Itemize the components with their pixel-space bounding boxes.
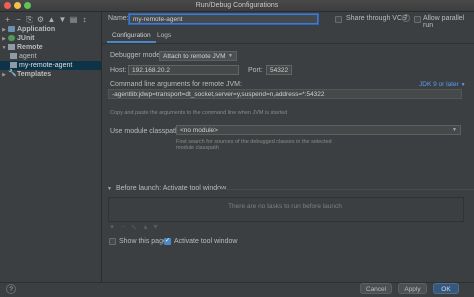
show-page-label: Show this page <box>119 238 167 245</box>
debugger-mode-label: Debugger mode: <box>110 52 163 59</box>
tab-configuration[interactable]: Configuration <box>107 30 156 43</box>
remote-icon <box>8 44 15 51</box>
wrench-icon: 🔧 <box>8 70 17 78</box>
tree-item-agent[interactable]: agent <box>0 52 101 61</box>
before-launch-title: Before launch: Activate tool window <box>116 185 227 192</box>
help-icon[interactable]: ? <box>6 284 16 294</box>
allow-parallel-checkbox[interactable] <box>414 16 421 23</box>
move-task-up-icon[interactable]: ▲ <box>142 224 149 231</box>
folder-icon[interactable]: ▤ <box>69 15 78 24</box>
debugger-mode-select[interactable]: Attach to remote JVM ▼ <box>159 51 237 61</box>
host-label: Host: <box>110 67 127 74</box>
module-classpath-select[interactable]: <no module> ▼ <box>176 125 461 135</box>
activate-tool-window-label: Activate tool window <box>174 238 238 245</box>
chevron-down-icon: ▼ <box>460 82 466 88</box>
add-icon[interactable]: + <box>3 15 12 24</box>
tree-item-templates[interactable]: ▶ 🔧Templates <box>0 70 101 79</box>
settings-icon[interactable]: ⚙ <box>36 15 45 24</box>
window-titlebar: Run/Debug Configurations <box>0 0 474 12</box>
close-window-button[interactable] <box>4 2 11 9</box>
move-task-down-icon[interactable]: ▼ <box>152 224 159 231</box>
share-vcs-label: Share through VCS <box>346 15 407 22</box>
junit-icon <box>8 35 15 42</box>
apply-button[interactable]: Apply <box>398 283 427 294</box>
move-up-icon[interactable]: ▲ <box>47 15 56 24</box>
tree-item-my-remote-agent[interactable]: my-remote-agent <box>0 61 101 70</box>
remote-config-icon <box>10 62 17 69</box>
cancel-button[interactable]: Cancel <box>360 283 392 294</box>
share-vcs-checkbox[interactable] <box>335 16 342 23</box>
allow-parallel-label: Allow parallel run <box>423 15 465 29</box>
minimize-window-button[interactable] <box>14 2 21 9</box>
remove-task-icon[interactable]: − <box>121 224 125 231</box>
sort-icon[interactable]: ↕ <box>80 15 89 24</box>
tree-item-remote[interactable]: ▼ Remote <box>0 43 101 52</box>
expand-arrow-icon[interactable]: ▶ <box>0 71 8 80</box>
tree-item-application[interactable]: ▶ Application <box>0 25 101 34</box>
show-page-checkbox[interactable] <box>109 238 116 245</box>
host-field[interactable]: 192.168.20.2 <box>128 65 239 75</box>
collapse-arrow-icon[interactable]: ▼ <box>107 186 112 192</box>
before-launch-empty-text: There are no tasks to run before launch <box>228 203 342 210</box>
chevron-down-icon: ▼ <box>452 127 457 133</box>
activate-tool-window-checkbox[interactable] <box>164 237 171 245</box>
window-title: Run/Debug Configurations <box>195 2 279 9</box>
configurations-sidebar: + − ⎘ ⚙ ▲ ▼ ▤ ↕ ▶ Application ▶ JUnit ▼ Rem… <box>0 12 102 282</box>
remote-config-icon <box>10 53 17 60</box>
tree-item-junit[interactable]: ▶ JUnit <box>0 34 101 43</box>
remove-icon[interactable]: − <box>14 15 23 24</box>
tab-logs[interactable]: Logs <box>152 30 176 41</box>
name-label: Name: <box>108 15 129 22</box>
port-label: Port: <box>248 67 263 74</box>
chevron-down-icon: ▼ <box>228 53 233 59</box>
move-down-icon[interactable]: ▼ <box>58 15 67 24</box>
module-classpath-label: Use module classpath: <box>110 128 181 135</box>
application-icon <box>8 26 15 33</box>
zoom-window-button[interactable] <box>24 2 31 9</box>
copy-icon[interactable]: ⎘ <box>25 15 34 24</box>
cmd-args-hint: Copy and paste the arguments to the comm… <box>110 110 288 116</box>
tabs-divider <box>102 43 474 44</box>
cmd-args-field[interactable]: -agentlib:jdwp=transport=dt_socket,serve… <box>108 89 462 99</box>
jdk-version-select[interactable]: JDK 9 or later ▼ <box>419 81 466 88</box>
cmd-args-label: Command line arguments for remote JVM: <box>110 81 242 88</box>
share-help-icon[interactable]: ? <box>402 14 410 22</box>
add-task-icon[interactable]: + <box>110 224 114 231</box>
before-launch-divider <box>218 189 474 190</box>
port-field[interactable]: 54322 <box>266 65 292 75</box>
module-classpath-hint: First search for sources of the debugged… <box>176 139 332 151</box>
name-field[interactable]: my-remote-agent <box>129 14 318 24</box>
ok-button[interactable]: OK <box>433 283 459 294</box>
edit-task-icon[interactable]: ✎ <box>131 224 137 232</box>
